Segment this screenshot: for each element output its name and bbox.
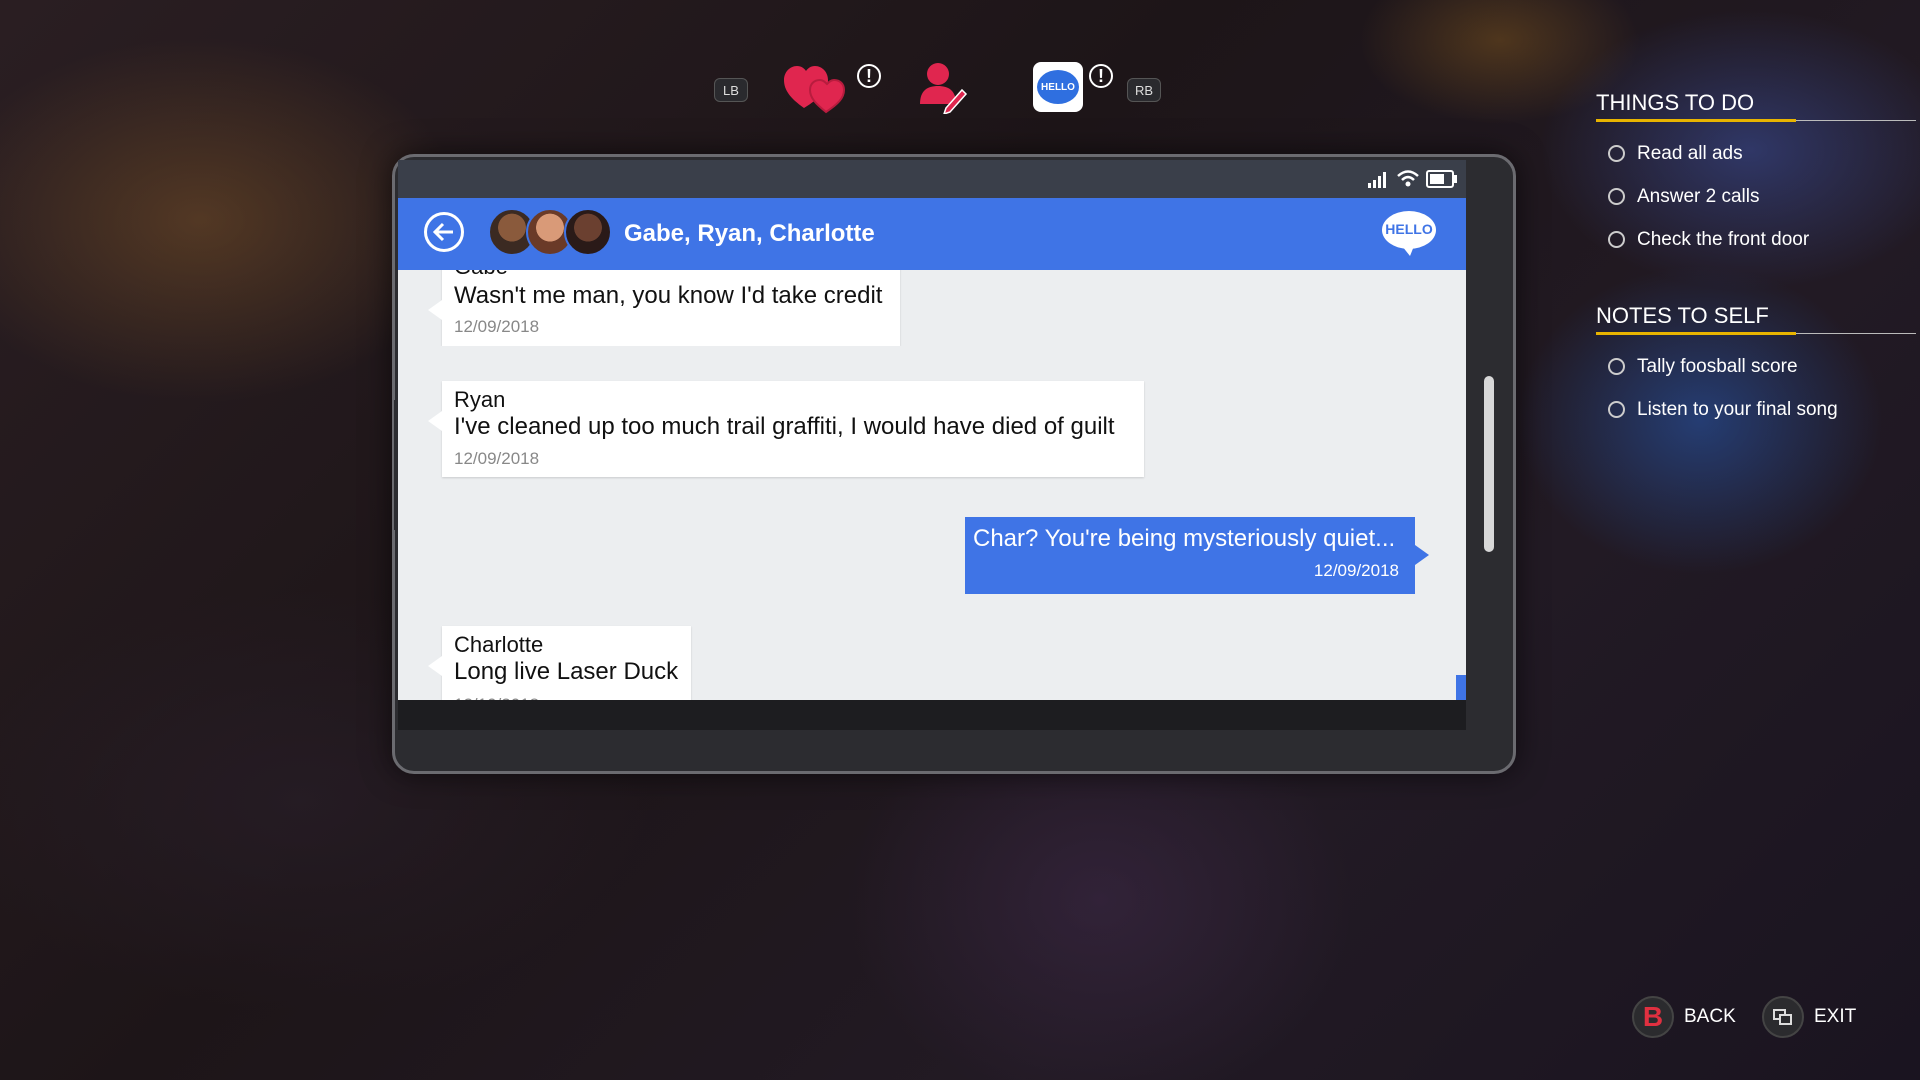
- task-item: Check the front door: [1608, 218, 1916, 261]
- note-item: Listen to your final song: [1608, 388, 1916, 431]
- wifi-icon: [1397, 170, 1419, 187]
- exit-label: EXIT: [1814, 1006, 1857, 1027]
- notes-to-self-heading: NOTES TO SELF: [1596, 303, 1916, 335]
- task-label: Read all ads: [1637, 142, 1743, 164]
- checkbox-icon: [1608, 401, 1625, 418]
- notes-to-self-title: NOTES TO SELF: [1596, 303, 1769, 328]
- note-label: Tally foosball score: [1637, 355, 1798, 377]
- things-to-do-heading: THINGS TO DO: [1596, 90, 1916, 122]
- phone-bottom-bar: [398, 700, 1466, 730]
- chat-header: Gabe, Ryan, Charlotte HELLO: [398, 198, 1466, 270]
- message-bubble: Ryan I've cleaned up too much trail graf…: [428, 381, 1144, 477]
- note-label: Listen to your final song: [1637, 398, 1838, 420]
- message-sender: Charlotte: [454, 632, 544, 657]
- hello-logo-label: HELLO: [1385, 221, 1433, 237]
- message-sender: Ryan: [454, 387, 506, 412]
- rb-button[interactable]: RB: [1127, 78, 1161, 102]
- message-text: Char? You're being mysteriously quiet...: [973, 525, 1396, 552]
- exit-control[interactable]: EXIT: [1762, 996, 1856, 1038]
- chat-title: Gabe, Ryan, Charlotte: [624, 220, 875, 247]
- task-item: Answer 2 calls: [1608, 175, 1916, 218]
- message-text: I've cleaned up too much trail graffiti,…: [454, 413, 1115, 440]
- task-label: Answer 2 calls: [1637, 185, 1760, 207]
- message-date: 12/09/2018: [454, 317, 540, 336]
- hello-tab-label: HELLO: [1037, 70, 1079, 104]
- view-button-icon: [1762, 996, 1804, 1038]
- hello-logo-icon: HELLO: [1380, 210, 1438, 256]
- phone-screen: Gabe, Ryan, Charlotte HELLO Gabe Wasn't …: [398, 160, 1466, 730]
- task-item: Read all ads: [1608, 132, 1916, 175]
- message-date: 12/09/2018: [1313, 561, 1399, 580]
- battery-icon: [1426, 170, 1457, 188]
- message-bubble-outgoing: Char? You're being mysteriously quiet...…: [965, 517, 1429, 594]
- message-text: Wasn't me man, you know I'd take credit: [454, 282, 883, 309]
- hello-messenger-icon[interactable]: HELLO: [1033, 62, 1083, 112]
- lb-button[interactable]: LB: [714, 78, 748, 102]
- things-to-do-title: THINGS TO DO: [1596, 90, 1755, 115]
- objectives-panel: THINGS TO DO Read all ads Answer 2 calls…: [1596, 90, 1916, 431]
- checkbox-icon: [1608, 145, 1625, 162]
- note-item: Tally foosball score: [1608, 345, 1916, 388]
- back-arrow-icon: [433, 222, 453, 242]
- checkbox-icon: [1608, 231, 1625, 248]
- b-button-icon: B: [1632, 996, 1674, 1038]
- checkbox-icon: [1608, 188, 1625, 205]
- hello-alert-icon: !: [1089, 64, 1113, 88]
- status-bar: [398, 160, 1466, 198]
- scrollbar[interactable]: [1484, 376, 1494, 552]
- signal-icon: [1368, 172, 1386, 188]
- task-label: Check the front door: [1637, 228, 1810, 250]
- checkbox-icon: [1608, 358, 1625, 375]
- message-text: Long live Laser Duck: [454, 658, 679, 685]
- message-date: 12/09/2018: [454, 449, 540, 468]
- hearts-alert-icon: !: [857, 64, 881, 88]
- back-control[interactable]: B BACK: [1632, 996, 1736, 1038]
- back-label: BACK: [1684, 1006, 1736, 1027]
- hearts-icon[interactable]: [782, 62, 852, 119]
- contacts-icon[interactable]: [916, 60, 968, 119]
- back-arrow-button[interactable]: [424, 212, 464, 252]
- avatar-charlotte: [564, 208, 612, 256]
